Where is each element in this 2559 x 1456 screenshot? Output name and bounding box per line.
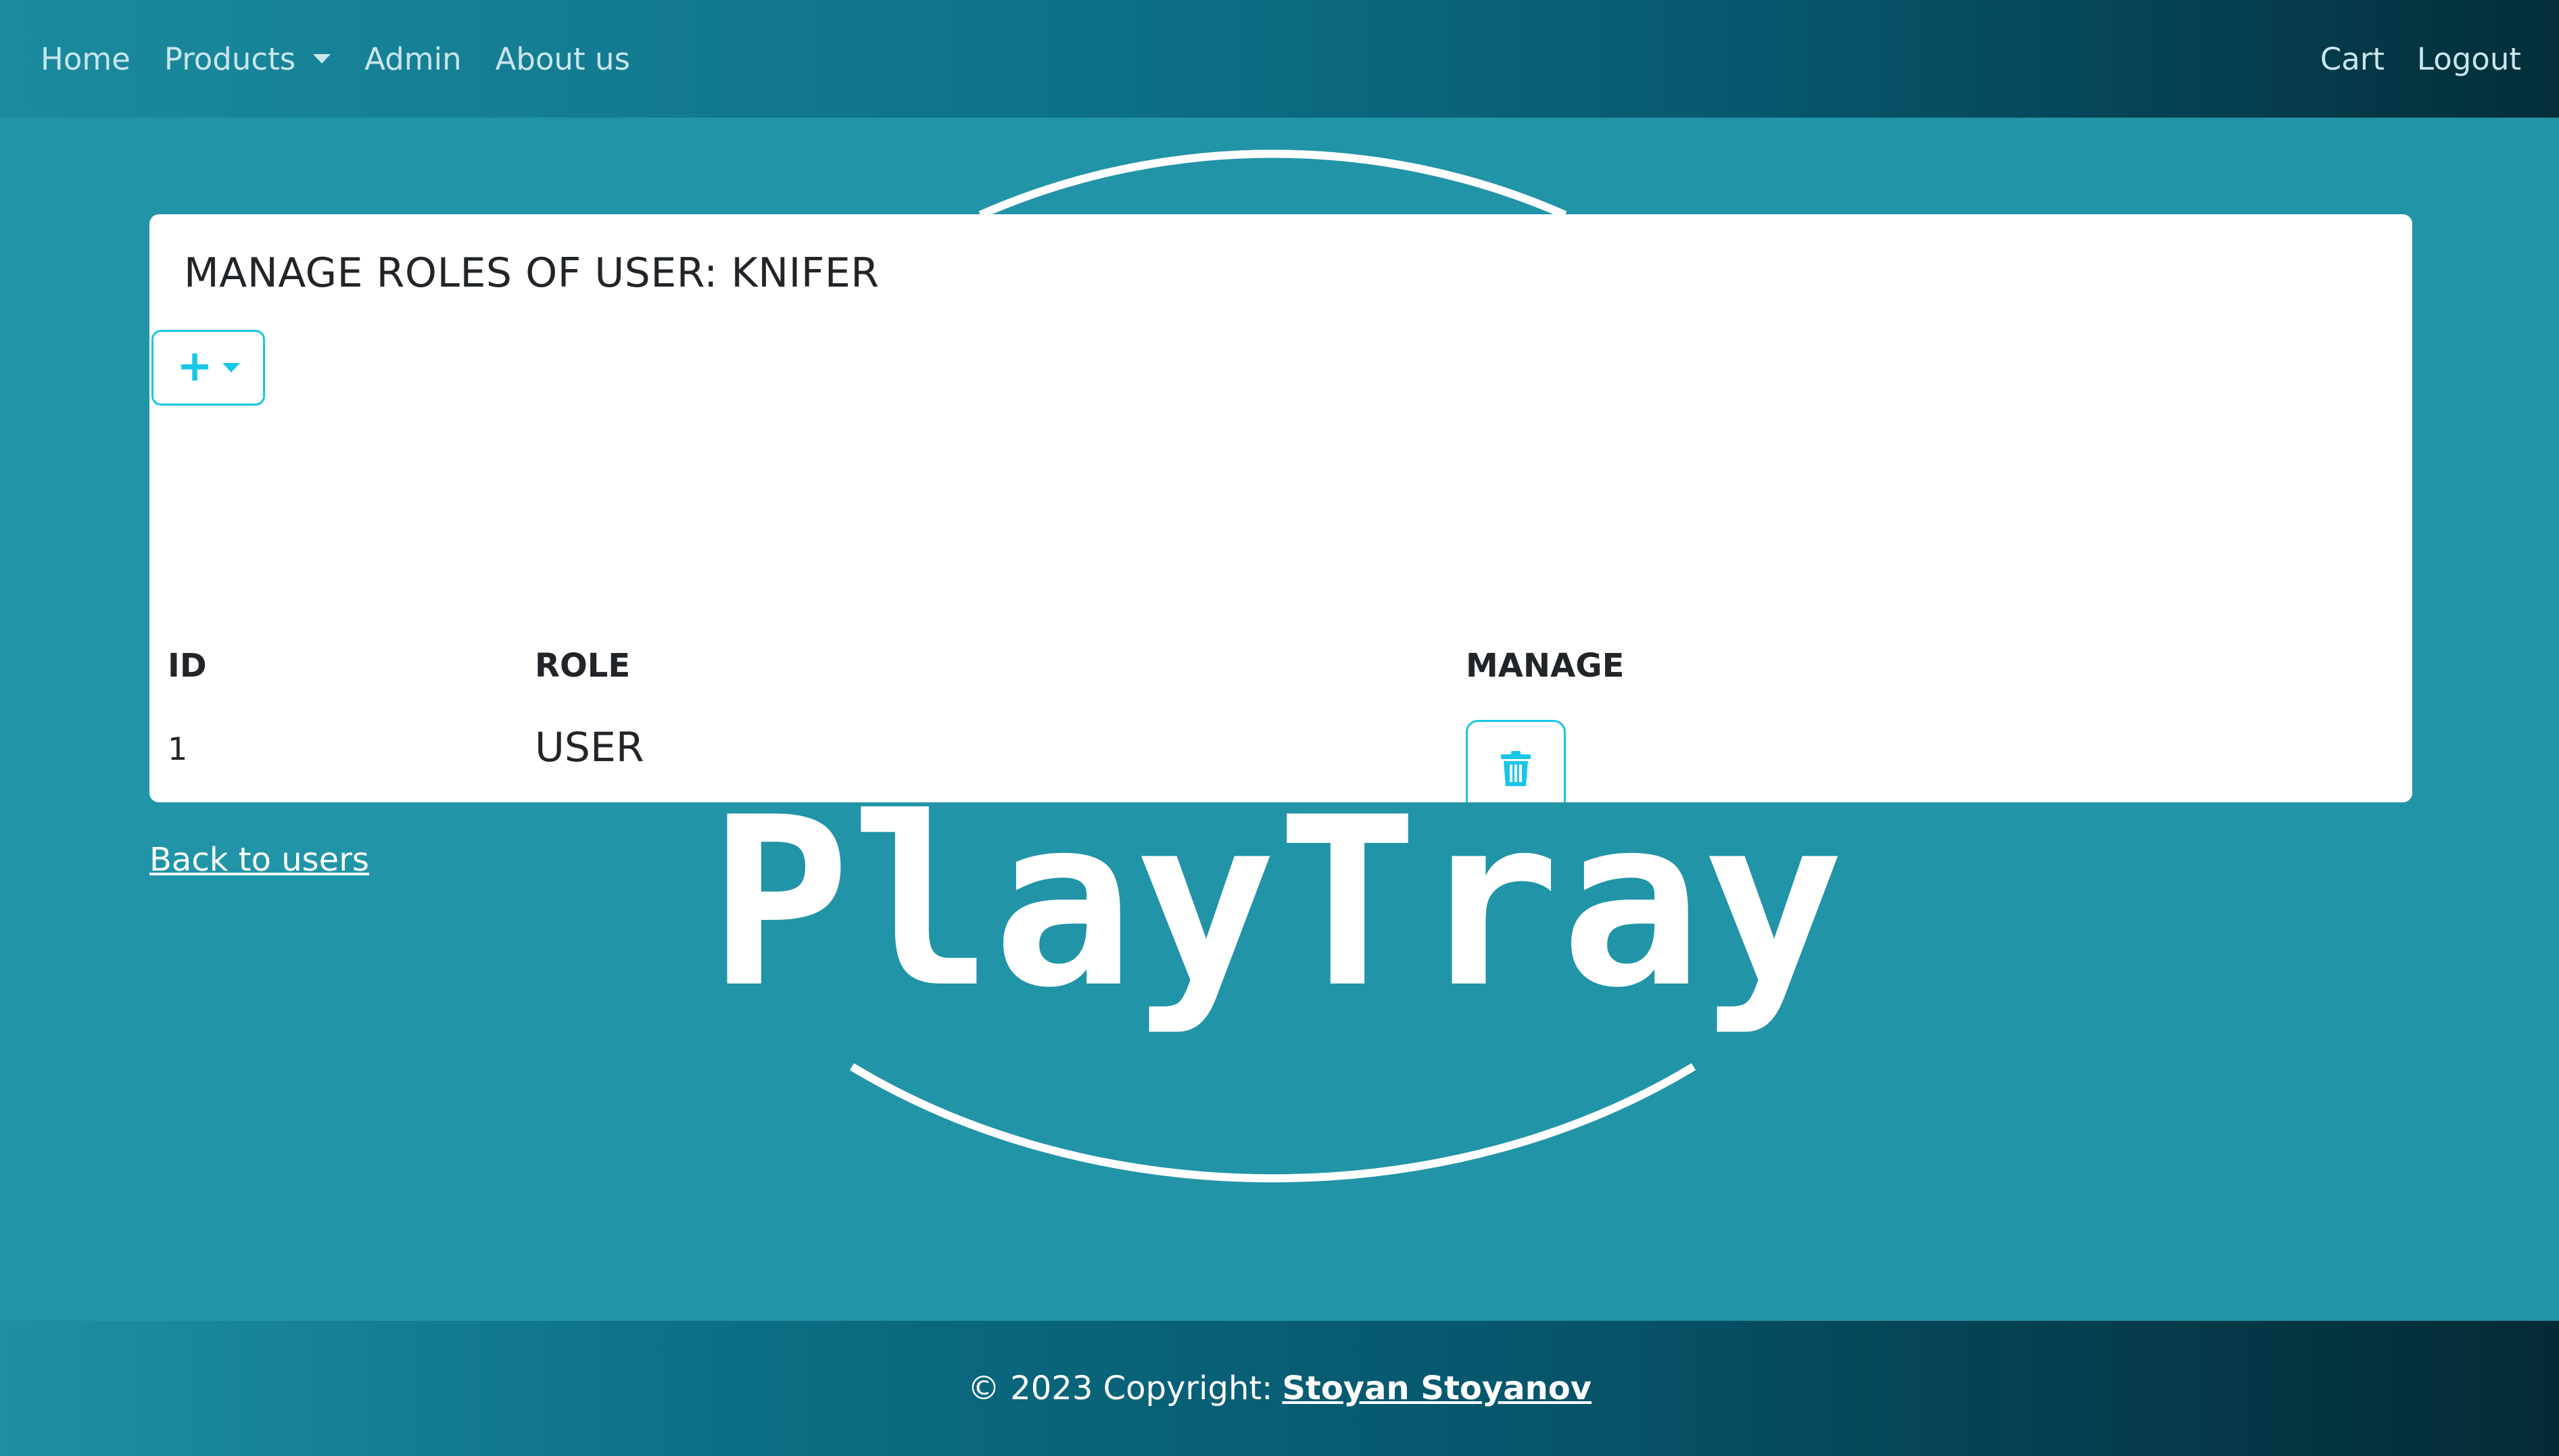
table-row: 1 USER	[149, 704, 2412, 802]
nav-right: Cart Logout	[2288, 41, 2521, 77]
nav-home-link[interactable]: Home	[41, 41, 130, 77]
nav-admin-link[interactable]: Admin	[364, 41, 461, 77]
column-header-manage: MANAGE	[1466, 647, 1625, 685]
role-name: USER	[535, 724, 644, 771]
add-role-dropdown-button[interactable]: +	[151, 330, 265, 406]
column-header-id: ID	[168, 647, 207, 685]
nav-cart-link[interactable]: Cart	[2320, 41, 2385, 77]
chevron-down-icon	[313, 54, 331, 64]
back-to-users-link[interactable]: Back to users	[149, 841, 369, 879]
nav-about-link[interactable]: About us	[496, 41, 630, 77]
card-title: MANAGE ROLES OF USER: KNIFER	[184, 249, 880, 297]
manage-roles-card: MANAGE ROLES OF USER: KNIFER + ID ROLE M…	[149, 214, 2412, 802]
nav-products-label: Products	[164, 41, 296, 77]
footer: © 2023 Copyright: Stoyan Stoyanov	[0, 1321, 2559, 1456]
footer-author-link[interactable]: Stoyan Stoyanov	[1282, 1369, 1592, 1407]
role-id: 1	[168, 731, 188, 767]
delete-role-button[interactable]	[1466, 720, 1566, 802]
navbar: Home Products Admin About us Cart Logout	[0, 0, 2559, 118]
nav-products-dropdown[interactable]: Products	[164, 41, 331, 77]
footer-copyright: © 2023 Copyright:	[967, 1369, 1273, 1407]
nav-left: Home Products Admin About us	[41, 41, 664, 77]
page: Home Products Admin About us Cart Logout…	[0, 0, 2559, 1456]
plus-icon: +	[176, 341, 213, 391]
chevron-down-icon	[222, 363, 240, 372]
logo-text: PlayTray	[709, 768, 1844, 1039]
column-header-role: ROLE	[535, 647, 631, 685]
nav-logout-link[interactable]: Logout	[2417, 41, 2521, 77]
trash-icon	[1501, 751, 1531, 786]
